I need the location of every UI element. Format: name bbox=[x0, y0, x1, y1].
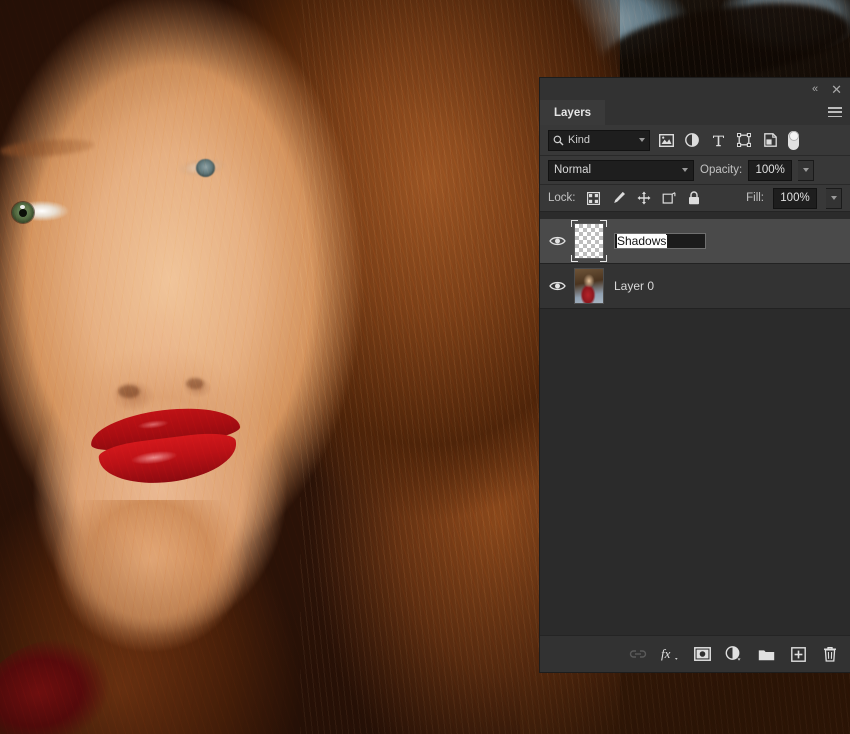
blend-mode-value: Normal bbox=[554, 164, 592, 176]
blend-mode-select[interactable]: Normal bbox=[548, 159, 694, 181]
transparent-thumbnail bbox=[574, 223, 604, 259]
folder-icon bbox=[758, 649, 774, 660]
lock-label: Lock: bbox=[548, 192, 576, 204]
adjustment-icon bbox=[725, 646, 741, 661]
fx-icon: fx bbox=[661, 646, 678, 661]
thumbnail-corner-icon bbox=[571, 220, 578, 227]
chevron-down-icon bbox=[830, 196, 837, 200]
menu-line bbox=[828, 115, 842, 117]
fill-label: Fill: bbox=[746, 192, 764, 204]
filter-shape-icon[interactable] bbox=[734, 130, 754, 150]
filter-type-icon[interactable] bbox=[708, 130, 728, 150]
layer-visibility-toggle[interactable] bbox=[540, 264, 574, 308]
mask-icon bbox=[693, 647, 711, 661]
lock-position-icon[interactable] bbox=[636, 190, 652, 206]
text-cursor bbox=[666, 234, 668, 248]
link-icon bbox=[629, 650, 647, 658]
chevron-down-icon bbox=[802, 168, 809, 172]
opacity-label: Opacity: bbox=[700, 164, 743, 176]
panel-menu-icon[interactable] bbox=[828, 107, 842, 117]
panel-tab-row: Layers bbox=[540, 100, 850, 125]
tab-layers-label: Layers bbox=[554, 106, 592, 119]
link-layers-button[interactable] bbox=[628, 644, 648, 664]
thumbnail-corner-icon bbox=[571, 255, 578, 262]
filter-adjustment-icon[interactable] bbox=[682, 130, 702, 150]
lock-artboard-nesting-icon[interactable] bbox=[661, 190, 677, 206]
filter-pixel-icon[interactable] bbox=[656, 130, 676, 150]
delete-layer-button[interactable] bbox=[820, 644, 840, 664]
new-layer-button[interactable] bbox=[788, 644, 808, 664]
panel-topbar: « ✕ bbox=[540, 78, 850, 100]
filter-kind-select[interactable]: Kind bbox=[548, 129, 650, 151]
new-group-button[interactable] bbox=[756, 644, 776, 664]
thumbnail-corner-icon bbox=[600, 255, 607, 262]
lock-all-icon[interactable] bbox=[686, 190, 702, 206]
filter-kind-label: Kind bbox=[568, 134, 591, 146]
tab-layers[interactable]: Layers bbox=[540, 100, 606, 125]
eye-icon bbox=[548, 236, 566, 246]
layer-filter-row: Kind bbox=[540, 125, 850, 156]
table-row[interactable]: Layer 0 bbox=[540, 264, 850, 309]
close-panel-icon[interactable]: ✕ bbox=[831, 83, 842, 96]
table-row[interactable]: Shadows bbox=[540, 219, 850, 264]
menu-line bbox=[828, 107, 842, 109]
layer-name-text: Shadows bbox=[617, 234, 667, 248]
lock-transparent-pixels-icon[interactable] bbox=[586, 190, 602, 206]
blend-mode-row: Normal Opacity: 100% bbox=[540, 156, 850, 185]
layers-panel-toolbar: fx bbox=[540, 635, 850, 672]
layer-thumbnail[interactable] bbox=[574, 268, 604, 304]
tab-row-filler bbox=[605, 100, 850, 125]
image-thumbnail bbox=[574, 268, 604, 304]
fill-input[interactable]: 100% bbox=[773, 187, 817, 209]
lock-image-pixels-icon[interactable] bbox=[611, 190, 627, 206]
opacity-stepper[interactable] bbox=[798, 159, 815, 181]
layers-panel: « ✕ Layers Kind Normal Opacity: 100% Loc… bbox=[540, 78, 850, 672]
svg-text:fx: fx bbox=[661, 646, 671, 661]
layer-name-input[interactable]: Shadows bbox=[614, 233, 706, 249]
thumbnail-corner-icon bbox=[600, 220, 607, 227]
filter-smart-object-icon[interactable] bbox=[760, 130, 780, 150]
opacity-input[interactable]: 100% bbox=[748, 159, 793, 181]
trash-icon bbox=[824, 646, 836, 662]
chevron-down-icon bbox=[639, 138, 645, 142]
filter-enable-toggle[interactable] bbox=[788, 130, 799, 150]
add-layer-mask-button[interactable] bbox=[692, 644, 712, 664]
collapse-panel-icon[interactable]: « bbox=[812, 83, 818, 95]
layer-thumbnail[interactable] bbox=[571, 220, 607, 262]
layer-list[interactable]: Shadows Layer 0 bbox=[540, 219, 850, 636]
screenshot-root: « ✕ Layers Kind Normal Opacity: 100% Loc… bbox=[0, 0, 850, 734]
plus-icon bbox=[790, 646, 806, 662]
new-adjustment-layer-button[interactable] bbox=[724, 644, 744, 664]
chevron-down-icon bbox=[682, 168, 688, 172]
layer-visibility-toggle[interactable] bbox=[540, 219, 574, 263]
layer-name-label: Layer 0 bbox=[614, 279, 655, 293]
eye-icon bbox=[548, 281, 566, 291]
lock-row: Lock: Fill: 100% bbox=[540, 185, 850, 212]
fill-stepper[interactable] bbox=[826, 187, 842, 209]
menu-line bbox=[828, 111, 842, 113]
layer-style-button[interactable]: fx bbox=[660, 644, 680, 664]
search-icon bbox=[553, 135, 564, 146]
